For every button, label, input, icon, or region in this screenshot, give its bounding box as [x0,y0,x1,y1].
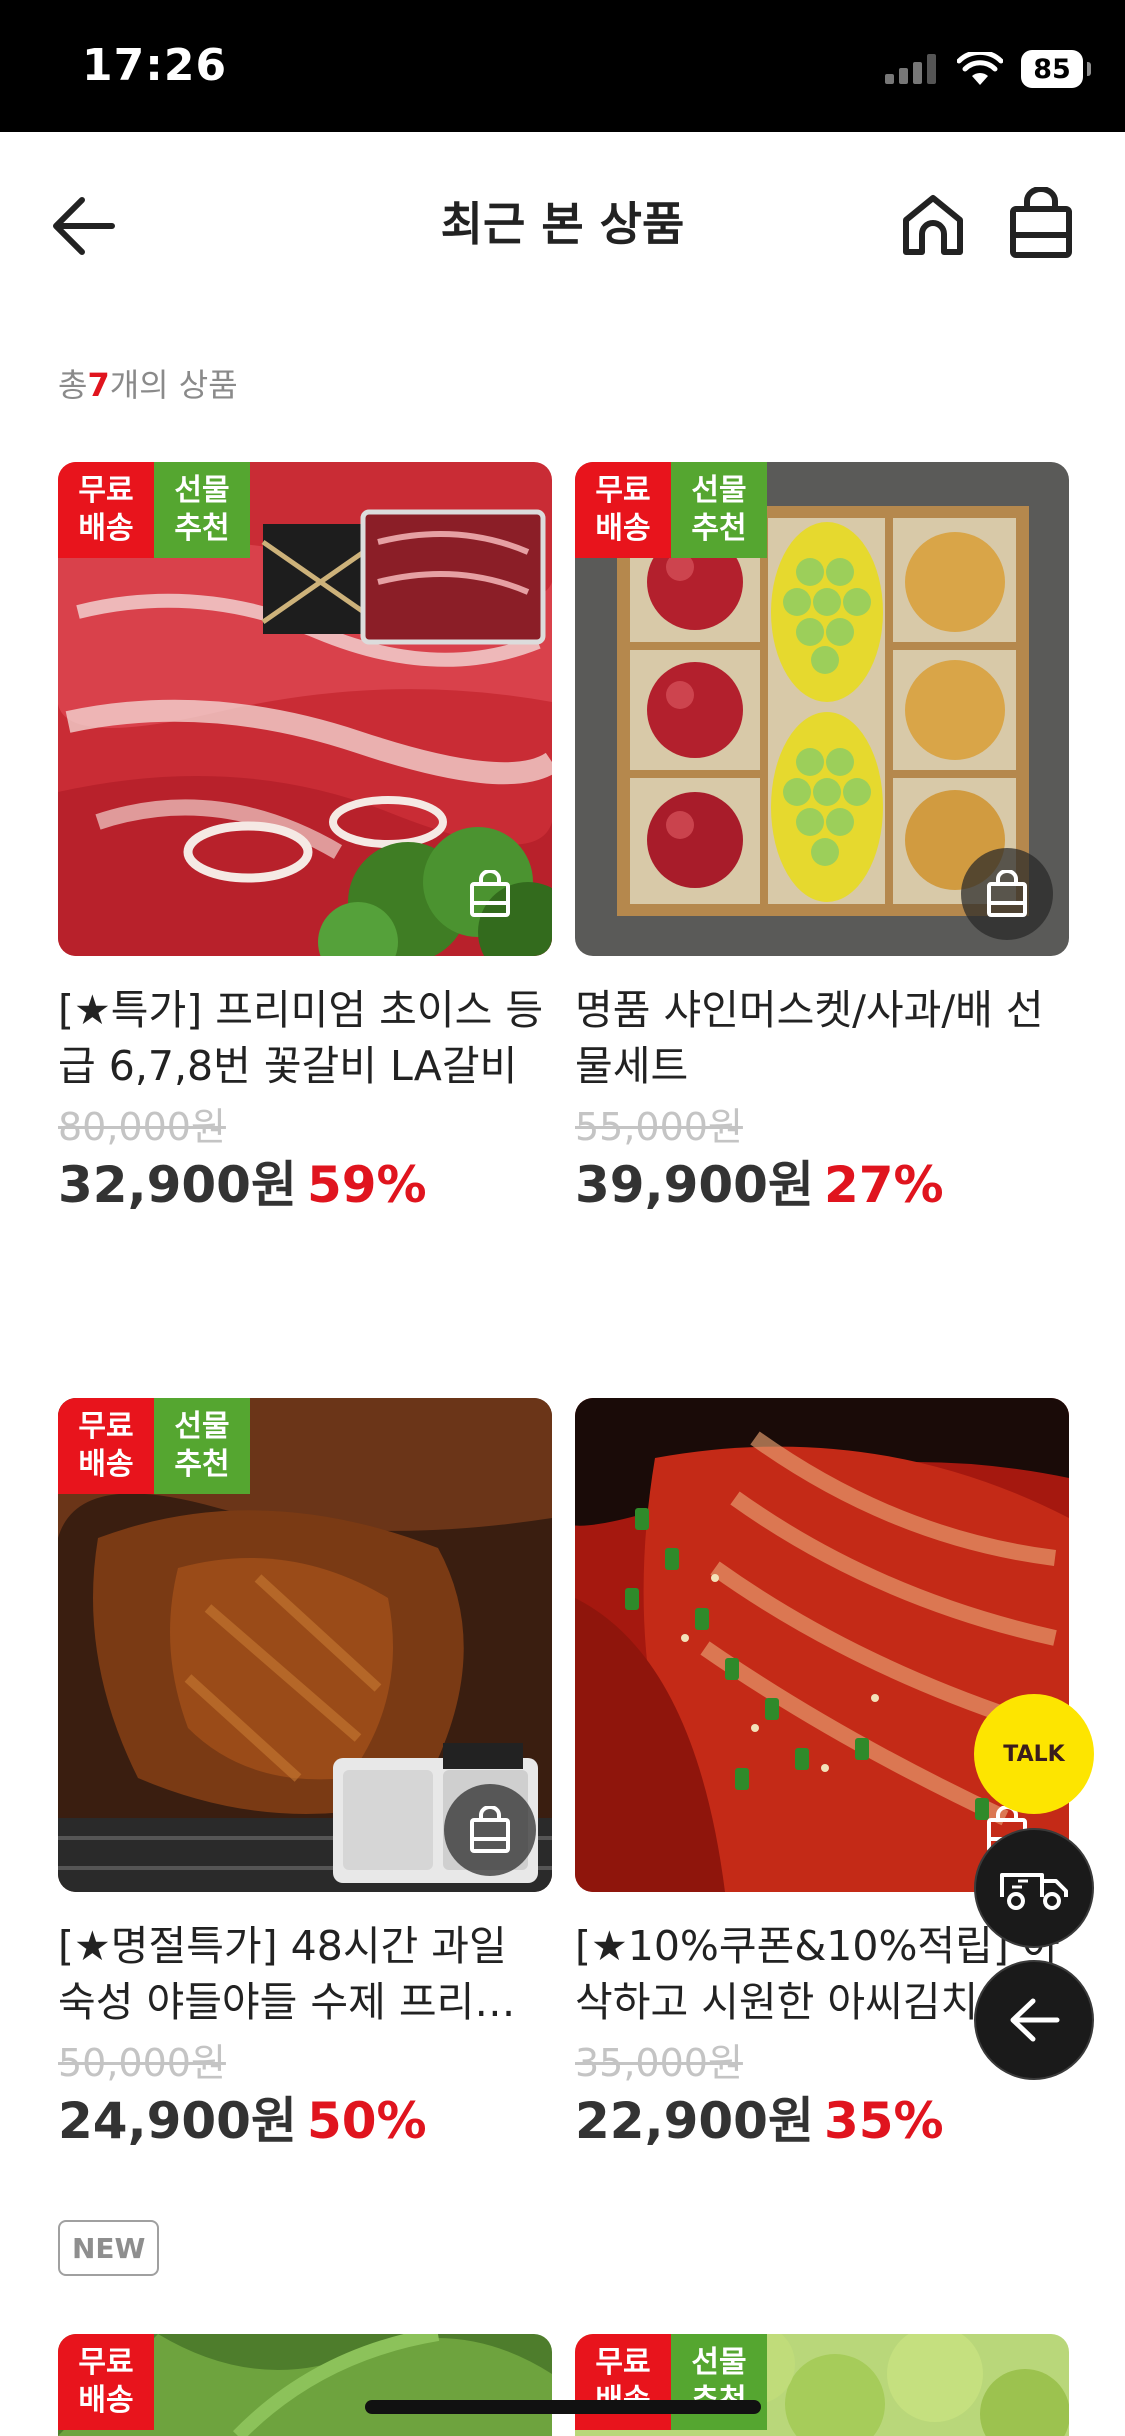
price-row: 22,900원 35% [575,2088,1069,2154]
badge-text: 추천 [174,511,230,546]
price-row: 32,900원 59% [58,1152,552,1218]
shopping-bag-icon [987,870,1027,917]
page-header: 최근 본 상품 [0,132,1125,312]
badge-text: 배송 [78,1447,134,1482]
badge-text: 선물 [174,473,230,508]
product-name[interactable]: [★명절특가] 48시간 과일 숙성 야들야들 수제 프리미엄 돼지갈비 [58,1918,552,2030]
sale-price: 22,900원 [575,2092,814,2150]
badge-text: 선물 [691,2345,747,2380]
gift-recommend-badge: 선물 추천 [671,2334,767,2430]
sale-price: 32,900원 [58,1156,297,1214]
status-icons: 85 [885,46,1091,92]
sale-price: 39,900원 [575,1156,814,1214]
home-button[interactable] [888,180,978,270]
status-bar: 17:26 85 [0,0,1125,132]
count-suffix: 개의 상품 [109,366,238,404]
add-to-cart-button[interactable] [444,1784,536,1876]
product-card[interactable]: 무료 배송 선물 추천 [★특가] 프리미엄 초이스 등급 6,7,8번 꽃갈비… [58,462,552,1218]
product-badges: 무료 배송 선물 추천 [58,1398,250,1494]
gift-recommend-badge: 선물 추천 [671,462,767,558]
product-count: 총7개의 상품 [58,360,238,406]
shopping-bag-icon [1010,187,1072,258]
kakao-talk-button[interactable]: TALK [974,1694,1094,1814]
badge-text: 배송 [595,511,651,546]
delivery-button[interactable] [974,1828,1094,1948]
product-image-kimchi[interactable] [575,1398,1069,1892]
badge-text: 무료 [78,1409,134,1444]
price-row: 24,900원 50% [58,2088,552,2154]
badge-text: 무료 [78,473,134,508]
product-image-next-right[interactable]: 무료 배송 선물 추천 [575,2334,1069,2436]
new-badge: NEW [58,2220,160,2276]
scroll-back-button[interactable] [974,1960,1094,2080]
product-image-next-left[interactable]: 무료 배송 [58,2334,552,2436]
badge-text: 배송 [78,2383,134,2418]
product-card[interactable]: 무료 배송 [58,2334,552,2436]
badge-text: 배송 [78,511,134,546]
free-shipping-badge: 무료 배송 [575,462,671,558]
product-card[interactable]: 무료 배송 선물 추천 [★명절특가] 48시간 과일 숙성 야들야들 수제 프… [58,1398,552,2154]
count-number: 7 [87,366,110,404]
wifi-icon [957,52,1003,85]
count-prefix: 총 [58,366,88,404]
badge-text: 무료 [595,2345,651,2380]
delivery-truck-icon [1000,1873,1068,1910]
original-price: 50,000원 [58,2041,226,2085]
product-name[interactable]: 명품 샤인머스켓/사과/배 선물세트 [575,982,1069,1094]
product-image-fruit-gift-set[interactable]: 무료 배송 선물 추천 [575,462,1069,956]
product-name[interactable]: [★특가] 프리미엄 초이스 등급 6,7,8번 꽃갈비 LA갈비 [58,982,552,1094]
battery-indicator: 85 [1021,50,1091,88]
badge-text: 추천 [691,511,747,546]
cart-button[interactable] [996,178,1086,268]
gift-recommend-badge: 선물 추천 [154,462,250,558]
discount-rate: 59% [306,1156,427,1214]
shopping-bag-icon [470,870,510,917]
price-row: 39,900원 27% [575,1152,1069,1218]
free-shipping-badge: 무료 배송 [58,462,154,558]
home-icon [903,195,963,255]
original-price: 80,000원 [58,1105,226,1149]
talk-label: TALK [1003,1741,1065,1767]
add-to-cart-button[interactable] [961,848,1053,940]
shopping-bag-icon [470,1806,510,1853]
badge-text: 무료 [595,473,651,508]
home-indicator [365,2400,761,2414]
cellular-signal-icon [885,54,936,84]
badge-text: 추천 [174,1447,230,1482]
discount-rate: 35% [823,2092,944,2150]
product-card[interactable]: 무료 배송 선물 추천 [575,2334,1069,2436]
gift-recommend-badge: 선물 추천 [154,1398,250,1494]
discount-rate: 27% [823,1156,944,1214]
badge-text: 무료 [78,2345,134,2380]
product-image-pork-ribs[interactable]: 무료 배송 선물 추천 [58,1398,552,1892]
product-badges: 무료 배송 선물 추천 [575,2334,767,2430]
status-time: 17:26 [82,40,228,91]
badge-text: 선물 [174,1409,230,1444]
badge-text: 선물 [691,473,747,508]
free-shipping-badge: 무료 배송 [575,2334,671,2430]
free-shipping-badge: 무료 배송 [58,2334,154,2430]
back-arrow-icon [1010,1998,1060,2042]
discount-rate: 50% [306,2092,427,2150]
product-badges: 무료 배송 선물 추천 [575,462,767,558]
product-image-beef-ribs[interactable]: 무료 배송 선물 추천 [58,462,552,956]
sale-price: 24,900원 [58,2092,297,2150]
free-shipping-badge: 무료 배송 [58,1398,154,1494]
original-price: 55,000원 [575,1105,743,1149]
product-badges: 무료 배송 [58,2334,154,2430]
product-card[interactable]: 무료 배송 선물 추천 명품 샤인머스켓/사과/배 선물세트 55,000원 3… [575,462,1069,1218]
product-badges: 무료 배송 선물 추천 [58,462,250,558]
add-to-cart-button[interactable] [444,848,536,940]
